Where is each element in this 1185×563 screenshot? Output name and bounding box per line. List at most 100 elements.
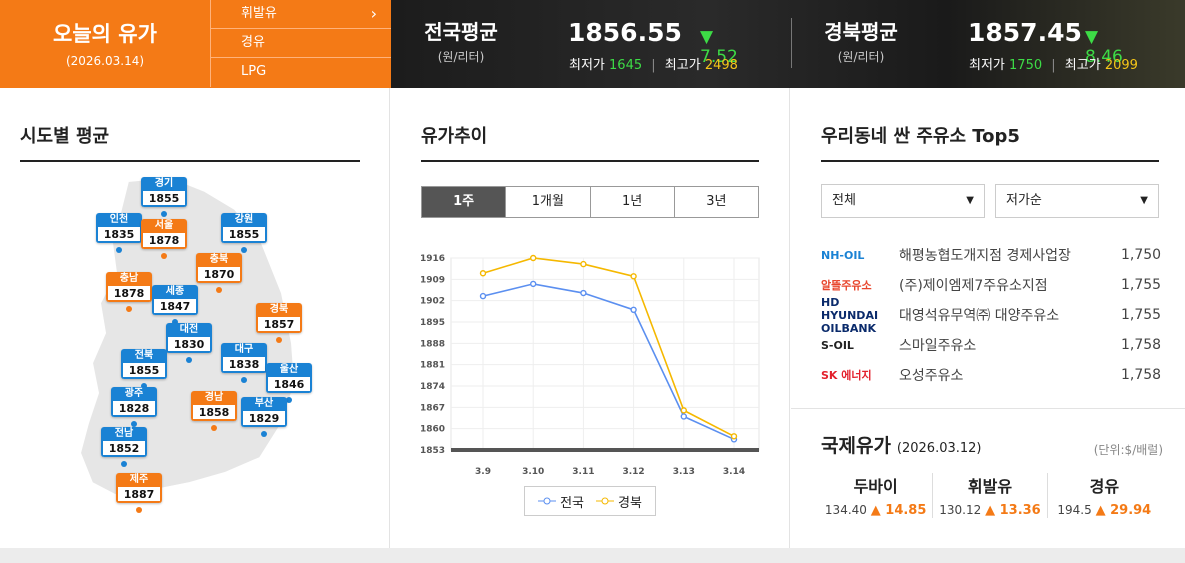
x-tick-label: 3.13 bbox=[673, 467, 695, 477]
page-title: 오늘의 유가 bbox=[53, 22, 157, 46]
station-item[interactable]: HD HYUNDAI OILBANK 대영석유무역㈜ 대양주유소 1,755 bbox=[821, 296, 1162, 335]
region-dot bbox=[116, 247, 122, 253]
station-item[interactable]: NH-OIL 해평농협도개지점 경제사업장 1,750 bbox=[821, 240, 1161, 270]
region-pin[interactable]: 경남 1858 bbox=[191, 391, 237, 421]
plot-area bbox=[450, 257, 760, 451]
station-price: 1,755 bbox=[1121, 307, 1162, 323]
region-price: 1878 bbox=[141, 233, 187, 249]
region-price: 1829 bbox=[241, 411, 287, 427]
area-select[interactable]: 전체 ▼ bbox=[821, 184, 985, 218]
region-pin[interactable]: 제주 1887 bbox=[116, 473, 162, 503]
region-name: 대구 bbox=[221, 343, 267, 357]
station-item[interactable]: S-OIL 스마일주유소 1,758 bbox=[821, 330, 1161, 360]
intl-change: ▲ 14.85 bbox=[870, 503, 927, 518]
station-price: 1,755 bbox=[1121, 277, 1162, 293]
intl-title-text: 국제유가 bbox=[821, 435, 891, 457]
tab-3year[interactable]: 3년 bbox=[675, 187, 758, 217]
fuel-menu-lpg[interactable]: LPG bbox=[210, 58, 391, 87]
fuel-label: LPG bbox=[241, 64, 267, 79]
intl-values: 130.12 ▲ 13.36 bbox=[933, 503, 1046, 518]
y-tick-label: 1860 bbox=[420, 425, 445, 435]
y-tick-label: 1888 bbox=[420, 339, 445, 349]
region-name: 대전 bbox=[166, 323, 212, 337]
region-pin[interactable]: 울산 1846 bbox=[266, 363, 312, 393]
region-name: 세종 bbox=[152, 285, 198, 299]
data-point bbox=[580, 289, 587, 297]
region-pin[interactable]: 광주 1828 bbox=[111, 387, 157, 417]
x-tick-label: 3.12 bbox=[622, 467, 644, 477]
region-pin[interactable]: 충북 1870 bbox=[196, 253, 242, 283]
divider bbox=[791, 18, 792, 68]
legend-regional: 경북 bbox=[596, 492, 642, 511]
region-pin[interactable]: 전북 1855 bbox=[121, 349, 167, 379]
region-pin[interactable]: 대전 1830 bbox=[166, 323, 212, 353]
region-dot bbox=[211, 425, 217, 431]
data-point bbox=[479, 270, 487, 277]
max-value: 2099 bbox=[1104, 58, 1138, 73]
bottom-strip bbox=[0, 548, 1185, 563]
data-point bbox=[730, 433, 738, 440]
region-name: 경기 bbox=[141, 177, 187, 191]
intl-price: 134.40 bbox=[824, 503, 867, 517]
region-name: 인천 bbox=[96, 213, 142, 227]
region-name: 전남 bbox=[101, 427, 147, 441]
fuel-menu: 휘발유 › 경유 LPG bbox=[210, 0, 391, 88]
data-point bbox=[580, 260, 587, 268]
y-tick-label: 1895 bbox=[420, 318, 445, 328]
min-label: 최저가 bbox=[569, 58, 605, 73]
region-pin[interactable]: 부산 1829 bbox=[241, 397, 287, 427]
region-pin[interactable]: 대구 1838 bbox=[221, 343, 267, 373]
region-panel: 시도별 평균 경기 1855 인천 1835 서울 1878 강원 1855 충북 1870 충남 1… bbox=[0, 88, 390, 548]
region-price: 1830 bbox=[166, 337, 212, 353]
brand-logo-icon: NH-OIL bbox=[821, 248, 865, 262]
brand-logo-icon: 알뜰주유소 bbox=[821, 279, 872, 292]
min-label: 최저가 bbox=[969, 58, 1005, 73]
regional-minmax: 최저가 1750 | 최고가 2099 bbox=[969, 58, 1138, 73]
region-pin[interactable]: 서울 1878 bbox=[141, 219, 187, 249]
caret-down-icon: ▼ bbox=[1140, 195, 1148, 206]
top-bar: 오늘의 유가 (2026.03.14) 휘발유 › 경유 LPG 전국평균 (원/… bbox=[0, 0, 1185, 88]
region-pin[interactable]: 강원 1855 bbox=[221, 213, 267, 243]
region-price: 1852 bbox=[101, 441, 147, 457]
station-price: 1,750 bbox=[1121, 247, 1162, 263]
intl-title: 국제유가 (2026.03.12) bbox=[821, 431, 982, 458]
region-pin[interactable]: 경기 1855 bbox=[141, 177, 187, 207]
intl-gasoline: 휘발유 130.12 ▲ 13.36 bbox=[933, 473, 1048, 518]
min-value: 1645 bbox=[609, 58, 643, 73]
region-price: 1887 bbox=[116, 487, 162, 503]
region-pin[interactable]: 인천 1835 bbox=[96, 213, 142, 243]
region-name: 충남 bbox=[106, 272, 152, 286]
region-pin[interactable]: 경북 1857 bbox=[256, 303, 302, 333]
chevron-right-icon: › bbox=[370, 4, 377, 23]
caret-down-icon: ▼ bbox=[966, 195, 974, 206]
fuel-menu-gasoline[interactable]: 휘발유 › bbox=[210, 0, 391, 29]
region-dot bbox=[241, 377, 247, 383]
fuel-menu-diesel[interactable]: 경유 bbox=[210, 29, 391, 58]
region-price: 1870 bbox=[196, 267, 242, 283]
national-price: 1856.55 bbox=[568, 18, 682, 47]
region-price: 1878 bbox=[106, 286, 152, 302]
max-label: 최고가 bbox=[664, 58, 701, 73]
regional-price: 1857.45 bbox=[968, 18, 1082, 47]
sort-select[interactable]: 저가순 ▼ bbox=[995, 184, 1159, 218]
region-pin[interactable]: 충남 1878 bbox=[106, 272, 152, 302]
tab-1week[interactable]: 1주 bbox=[422, 187, 507, 217]
station-item[interactable]: SK 에너지 오성주유소 1,758 bbox=[821, 360, 1161, 390]
intl-name: 두바이 bbox=[853, 477, 898, 496]
region-dot bbox=[136, 507, 142, 513]
tab-1month[interactable]: 1개월 bbox=[506, 187, 591, 217]
intl-name: 휘발유 bbox=[967, 477, 1013, 496]
region-dot bbox=[216, 287, 222, 293]
chart-legend: 전국 경북 bbox=[524, 486, 656, 516]
region-name: 경남 bbox=[191, 391, 237, 405]
region-pin[interactable]: 전남 1852 bbox=[101, 427, 147, 457]
region-name: 광주 bbox=[111, 387, 157, 401]
intl-date: (2026.03.12) bbox=[896, 441, 982, 456]
station-name: 해평농협도개지점 경제사업장 bbox=[899, 248, 1071, 264]
y-tick-label: 1916 bbox=[420, 254, 445, 264]
period-tabs: 1주 1개월 1년 3년 bbox=[421, 186, 759, 218]
region-dot bbox=[276, 337, 282, 343]
tab-1year[interactable]: 1년 bbox=[591, 187, 675, 217]
legend-national: 전국 bbox=[538, 492, 584, 511]
region-pin[interactable]: 세종 1847 bbox=[152, 285, 198, 315]
